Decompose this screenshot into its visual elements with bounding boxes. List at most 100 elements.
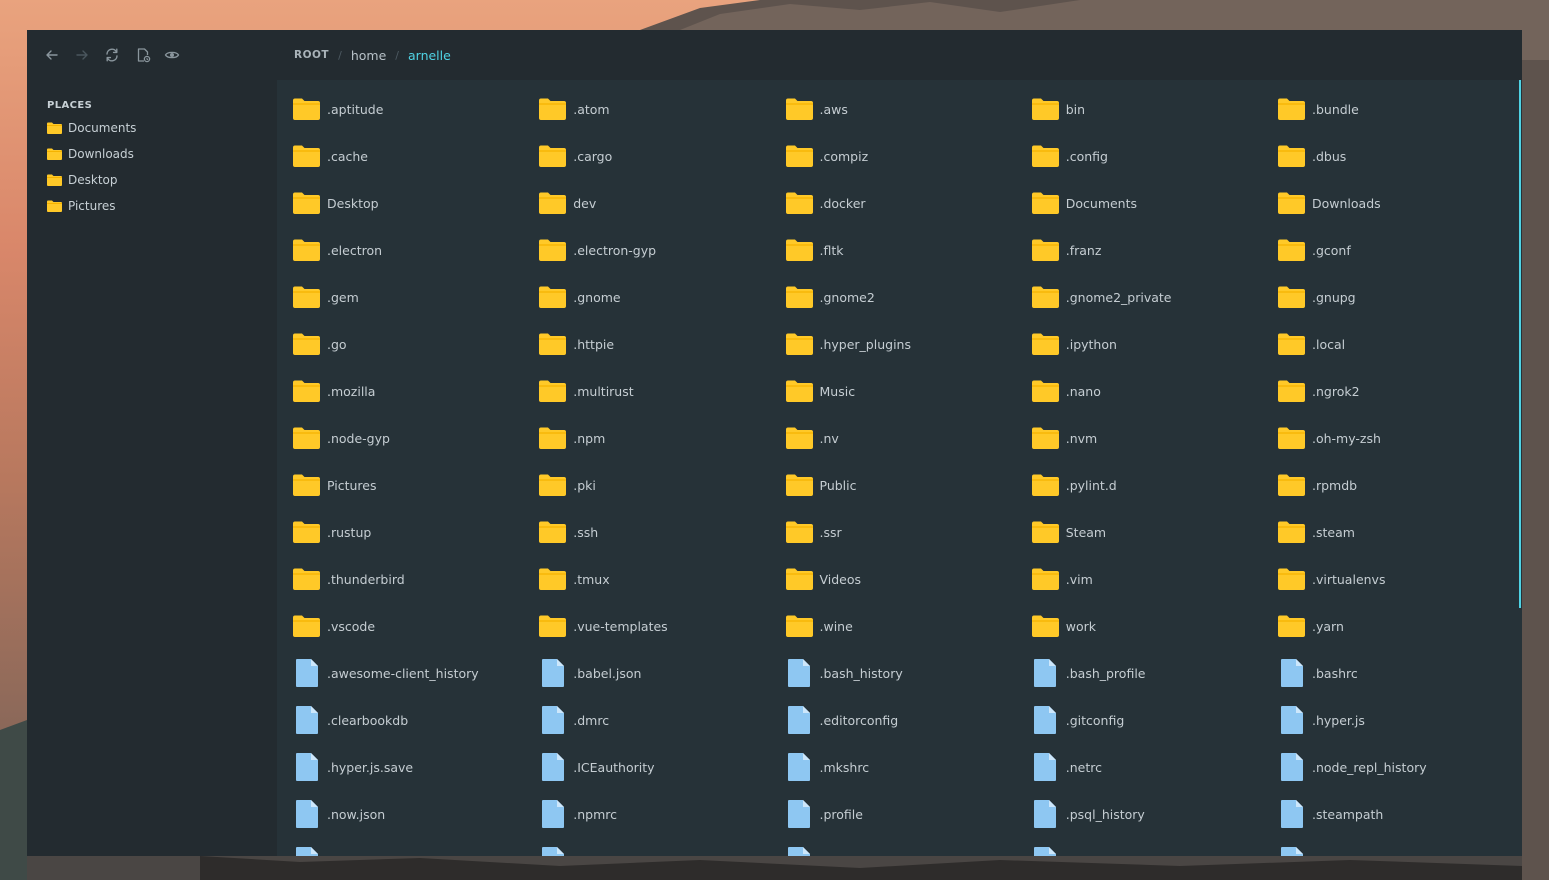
file-item[interactable]: .bash_history <box>786 656 1016 690</box>
folder-item[interactable]: .nano <box>1031 374 1262 408</box>
file-item[interactable]: .bash_profile <box>1032 656 1262 690</box>
folder-item[interactable]: .electron-gyp <box>539 233 769 267</box>
folder-item[interactable]: dev <box>539 186 769 220</box>
folder-item[interactable]: .franz <box>1031 233 1262 267</box>
folder-item[interactable]: .gnome2 <box>785 280 1016 314</box>
folder-item[interactable]: .atom <box>539 92 769 126</box>
folder-item[interactable]: .dbus <box>1278 139 1508 173</box>
file-item[interactable]: .psql_history <box>1032 797 1262 831</box>
breadcrumb-current[interactable]: arnelle <box>408 48 451 63</box>
folder-item[interactable]: .local <box>1278 327 1508 361</box>
folder-item[interactable]: .node-gyp <box>293 421 523 455</box>
folder-item[interactable]: .rustup <box>293 515 523 549</box>
folder-item[interactable]: .gnome <box>539 280 769 314</box>
folder-item[interactable]: .gnome2_private <box>1031 280 1262 314</box>
back-button[interactable] <box>43 46 61 64</box>
new-file-button[interactable] <box>134 46 152 64</box>
file-item[interactable]: .gitconfig <box>1032 703 1262 737</box>
folder-item[interactable]: Desktop <box>293 186 523 220</box>
file-item[interactable]: .hyper.js.save <box>293 750 523 784</box>
folder-item[interactable]: .multirust <box>539 374 769 408</box>
folder-item[interactable]: .hyper_plugins <box>785 327 1016 361</box>
folder-item[interactable]: .vue-templates <box>539 609 769 643</box>
folder-item[interactable]: .ipython <box>1031 327 1262 361</box>
refresh-button[interactable] <box>103 46 121 64</box>
file-item[interactable] <box>293 844 523 856</box>
folder-item[interactable]: .thunderbird <box>293 562 523 596</box>
sidebar-item-pictures[interactable]: Pictures <box>47 196 116 216</box>
file-item[interactable]: .node_repl_history <box>1278 750 1508 784</box>
file-item[interactable]: .bashrc <box>1278 656 1508 690</box>
file-item[interactable]: .dmrc <box>539 703 769 737</box>
sidebar-item-documents[interactable]: Documents <box>47 118 136 138</box>
folder-item[interactable]: .gconf <box>1278 233 1508 267</box>
folder-item[interactable]: .mozilla <box>293 374 523 408</box>
folder-item[interactable]: .npm <box>539 421 769 455</box>
folder-item[interactable]: Public <box>785 468 1016 502</box>
folder-item[interactable]: .steam <box>1278 515 1508 549</box>
file-item[interactable]: .hyper.js <box>1278 703 1508 737</box>
file-item[interactable]: .ICEauthority <box>539 750 769 784</box>
file-item[interactable]: .babel.json <box>539 656 769 690</box>
folder-item[interactable]: Downloads <box>1278 186 1508 220</box>
file-item[interactable] <box>539 844 769 856</box>
folder-item[interactable]: Documents <box>1031 186 1262 220</box>
folder-item[interactable]: .ssr <box>785 515 1016 549</box>
file-item[interactable]: .profile <box>786 797 1016 831</box>
file-item[interactable]: .mkshrc <box>786 750 1016 784</box>
scrollbar[interactable] <box>1518 80 1522 856</box>
folder-item[interactable]: .fltk <box>785 233 1016 267</box>
folder-item[interactable]: .nvm <box>1031 421 1262 455</box>
folder-item[interactable]: Steam <box>1031 515 1262 549</box>
folder-item[interactable]: .rpmdb <box>1278 468 1508 502</box>
sidebar-item-downloads[interactable]: Downloads <box>47 144 134 164</box>
folder-item[interactable]: .gem <box>293 280 523 314</box>
folder-item[interactable]: .compiz <box>785 139 1016 173</box>
file-item[interactable]: .npmrc <box>539 797 769 831</box>
folder-item[interactable]: .config <box>1031 139 1262 173</box>
folder-item[interactable]: .aws <box>785 92 1016 126</box>
folder-item[interactable]: .wine <box>785 609 1016 643</box>
folder-item[interactable]: .cache <box>293 139 523 173</box>
forward-button[interactable] <box>73 46 91 64</box>
file-item[interactable]: .awesome-client_history <box>293 656 523 690</box>
folder-item[interactable]: .virtualenvs <box>1278 562 1508 596</box>
toggle-hidden-button[interactable] <box>163 46 181 64</box>
folder-item[interactable]: .docker <box>785 186 1016 220</box>
folder-item[interactable]: .gnupg <box>1278 280 1508 314</box>
file-item[interactable]: .editorconfig <box>786 703 1016 737</box>
folder-item[interactable]: .yarn <box>1278 609 1508 643</box>
file-item[interactable]: .steampath <box>1278 797 1508 831</box>
folder-item[interactable]: .vscode <box>293 609 523 643</box>
folder-item[interactable]: .electron <box>293 233 523 267</box>
folder-item[interactable]: work <box>1031 609 1262 643</box>
folder-item[interactable]: .tmux <box>539 562 769 596</box>
file-item[interactable] <box>1278 844 1508 856</box>
folder-item[interactable]: .pki <box>539 468 769 502</box>
folder-item[interactable]: .ssh <box>539 515 769 549</box>
folder-item[interactable]: .httpie <box>539 327 769 361</box>
file-item[interactable]: .now.json <box>293 797 523 831</box>
file-item[interactable] <box>1032 844 1262 856</box>
folder-item[interactable]: .pylint.d <box>1031 468 1262 502</box>
folder-item[interactable]: Music <box>785 374 1016 408</box>
item-name: .psql_history <box>1065 806 1145 822</box>
scrollbar-thumb[interactable] <box>1519 80 1521 608</box>
folder-item[interactable]: .bundle <box>1278 92 1508 126</box>
folder-item[interactable]: .cargo <box>539 139 769 173</box>
folder-item[interactable]: .go <box>293 327 523 361</box>
folder-item[interactable]: .oh-my-zsh <box>1278 421 1508 455</box>
sidebar-item-desktop[interactable]: Desktop <box>47 170 118 190</box>
breadcrumb-root[interactable]: ROOT <box>294 49 329 61</box>
folder-item[interactable]: .ngrok2 <box>1278 374 1508 408</box>
folder-item[interactable]: Pictures <box>293 468 523 502</box>
file-item[interactable] <box>786 844 1016 856</box>
folder-item[interactable]: bin <box>1031 92 1262 126</box>
folder-item[interactable]: Videos <box>785 562 1016 596</box>
folder-item[interactable]: .aptitude <box>293 92 523 126</box>
breadcrumb-home[interactable]: home <box>351 48 386 63</box>
folder-item[interactable]: .nv <box>785 421 1016 455</box>
folder-item[interactable]: .vim <box>1031 562 1262 596</box>
file-item[interactable]: .clearbookdb <box>293 703 523 737</box>
file-item[interactable]: .netrc <box>1032 750 1262 784</box>
